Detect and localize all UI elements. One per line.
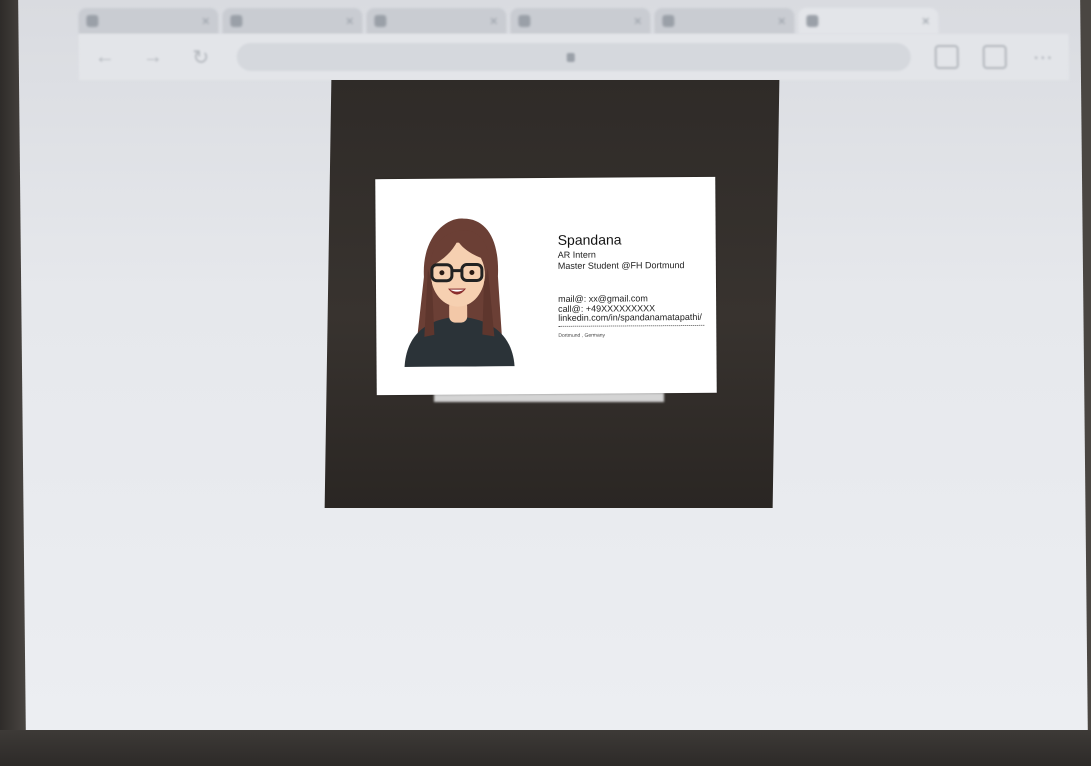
close-icon[interactable]: ✕	[201, 15, 210, 28]
browser-toolbar: ← → ↻ ⋯	[78, 34, 1069, 80]
back-icon[interactable]: ←	[93, 46, 117, 69]
favicon-icon	[86, 15, 99, 27]
menu-icon[interactable]: ⋯	[1031, 45, 1055, 70]
card-location: Dortmund , Germany	[558, 332, 606, 339]
tabs-icon[interactable]	[982, 45, 1007, 69]
browser-tab[interactable]: ✕	[366, 8, 507, 34]
address-bar[interactable]	[236, 43, 911, 71]
browser-tab[interactable]: ✕	[510, 8, 651, 34]
card-name: Spandana	[557, 231, 622, 248]
close-icon[interactable]: ✕	[633, 15, 642, 28]
browser-tab[interactable]: ✕	[654, 8, 795, 34]
card-subtitle: Master Student @FH Dortmund	[557, 260, 685, 271]
favicon-icon	[806, 15, 819, 27]
browser-tab[interactable]: ✕	[78, 8, 219, 34]
close-icon[interactable]: ✕	[921, 15, 930, 28]
card-role: AR Intern	[557, 249, 596, 260]
forward-icon[interactable]: →	[141, 46, 165, 69]
browser-tab-bar: ✕ ✕ ✕ ✕ ✕ ✕	[78, 0, 1078, 34]
favicon-icon	[662, 15, 675, 27]
card-email: mail@: xx@gmail.com	[558, 293, 648, 304]
browser-tab-active[interactable]: ✕	[798, 8, 939, 34]
device-bezel-bottom	[0, 730, 1091, 766]
close-icon[interactable]: ✕	[345, 15, 354, 28]
reload-icon[interactable]: ↻	[189, 45, 213, 70]
card-linkedin: linkedin.com/in/spandanamatapathi/	[558, 311, 702, 323]
avatar-illustration	[404, 218, 515, 367]
favicon-icon	[230, 15, 243, 27]
close-icon[interactable]: ✕	[489, 15, 498, 28]
card-divider	[558, 324, 705, 327]
favicon-icon	[518, 15, 531, 27]
favicon-icon	[374, 15, 387, 27]
lock-icon	[566, 52, 575, 62]
browser-tab[interactable]: ✕	[222, 8, 363, 34]
ar-business-card: Spandana AR Intern Master Student @FH Do…	[375, 176, 717, 396]
close-icon[interactable]: ✕	[777, 15, 786, 28]
share-icon[interactable]	[934, 45, 959, 69]
